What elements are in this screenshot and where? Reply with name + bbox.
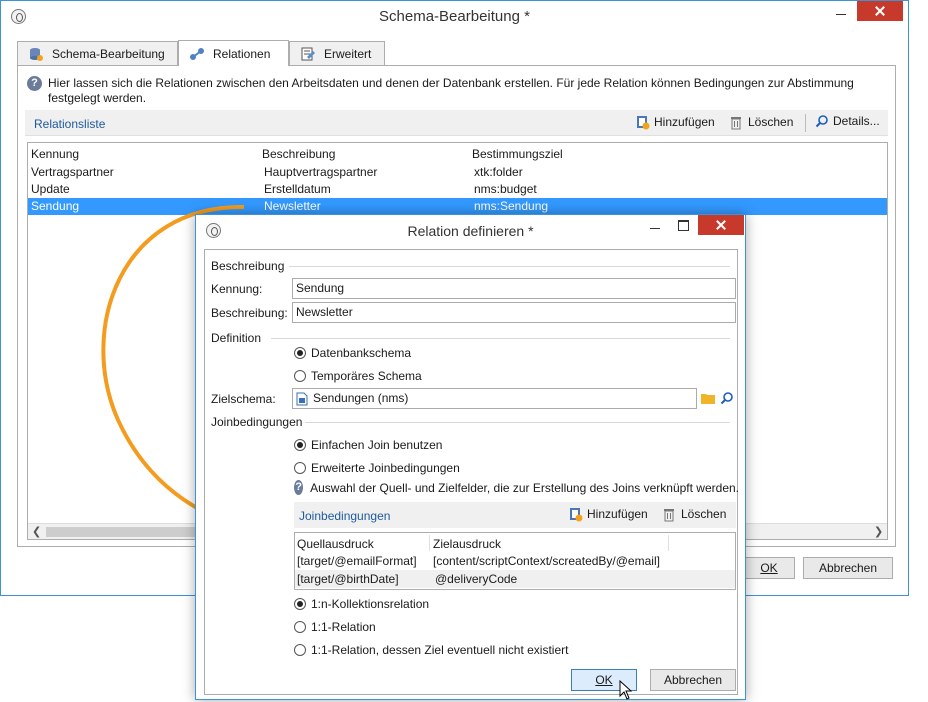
table-row[interactable]: [target/@emailFormat] [content/scriptCon…: [295, 553, 735, 570]
folder-icon[interactable]: [701, 392, 715, 404]
trash-icon: [664, 509, 674, 522]
column-divider: [429, 535, 430, 551]
cell: [content/scriptContext/screatedBy/@email…: [433, 554, 660, 568]
join-help-text: Auswahl der Quell- und Zielfelder, die z…: [310, 480, 739, 495]
relation-dialog: Relation definieren * Beschreibung Kennu…: [195, 214, 746, 700]
join-table: Quellausdruck Zielausdruck [target/@emai…: [294, 532, 736, 590]
join-delete-button[interactable]: Löschen: [661, 506, 726, 522]
cell: [target/@birthDate]: [297, 572, 399, 586]
mouse-cursor-icon: [619, 680, 633, 700]
tab-label: Relationen: [213, 46, 271, 61]
column-divider: [668, 535, 669, 551]
radio-1n-relation[interactable]: 1:n-Kollektionsrelation: [294, 597, 429, 611]
dialog-maximize-button[interactable]: [669, 215, 697, 235]
beschreibung-field[interactable]: Newsletter: [292, 302, 736, 323]
group-rule: [305, 422, 730, 423]
dialog-cancel-button[interactable]: Abbrechen: [650, 669, 736, 691]
dialog-content: Beschreibung Kennung: Sendung Beschreibu…: [204, 249, 739, 700]
tab-relationen[interactable]: Relationen: [178, 40, 289, 66]
kennung-label: Kennung:: [211, 282, 263, 296]
radio-simple-join[interactable]: Einfachen Join benutzen: [294, 438, 442, 452]
join-toolbar: Joinbedingungen Hinzufügen Löschen: [294, 502, 736, 528]
dialog-minimize-button[interactable]: [641, 215, 669, 235]
radio-indicator: [294, 439, 306, 451]
radio-indicator: [294, 621, 306, 633]
relation-icon: [190, 47, 204, 60]
beschreibung-label: Beschreibung:: [211, 306, 288, 320]
radio-indicator: [294, 598, 306, 610]
search-icon[interactable]: [720, 391, 734, 405]
column-zielausdruck[interactable]: Zielausdruck: [433, 537, 501, 551]
radio-indicator: [294, 347, 306, 359]
join-add-button[interactable]: Hinzufügen: [567, 506, 648, 522]
join-conditions-link[interactable]: Joinbedingungen: [299, 509, 390, 523]
help-icon: ?: [294, 480, 304, 495]
radio-indicator: [294, 644, 306, 656]
radio-db-schema[interactable]: Datenbankschema: [294, 346, 411, 360]
join-table-header: Quellausdruck Zielausdruck: [295, 533, 735, 552]
add-icon: [570, 508, 583, 522]
cell: @deliveryCode: [435, 572, 518, 586]
dialog-titlebar[interactable]: Relation definieren *: [196, 215, 745, 245]
group-rule: [271, 338, 730, 339]
radio-11-relation[interactable]: 1:1-Relation: [294, 620, 376, 634]
group-beschreibung: Beschreibung: [211, 259, 285, 273]
group-definition: Definition: [211, 331, 262, 345]
group-rule: [289, 266, 730, 267]
column-quellausdruck[interactable]: Quellausdruck: [297, 537, 374, 551]
table-row[interactable]: [target/@birthDate] @deliveryCode: [295, 570, 735, 588]
group-joinbedingungen: Joinbedingungen: [211, 415, 303, 429]
schema-file-icon: [296, 392, 308, 405]
radio-11-optional-relation[interactable]: 1:1-Relation, dessen Ziel eventuell nich…: [294, 643, 568, 657]
radio-temp-schema[interactable]: Temporäres Schema: [294, 369, 422, 383]
zielschema-label: Zielschema:: [211, 392, 276, 406]
join-help-row: ? Auswahl der Quell- und Zielfelder, die…: [294, 480, 739, 495]
kennung-field[interactable]: Sendung: [292, 278, 736, 299]
radio-advanced-join[interactable]: Erweiterte Joinbedingungen: [294, 461, 460, 475]
radio-indicator: [294, 370, 306, 382]
dialog-close-button[interactable]: [698, 215, 744, 235]
zielschema-field[interactable]: Sendungen (nms): [292, 388, 697, 409]
cell: [target/@emailFormat]: [297, 554, 417, 568]
radio-indicator: [294, 462, 306, 474]
